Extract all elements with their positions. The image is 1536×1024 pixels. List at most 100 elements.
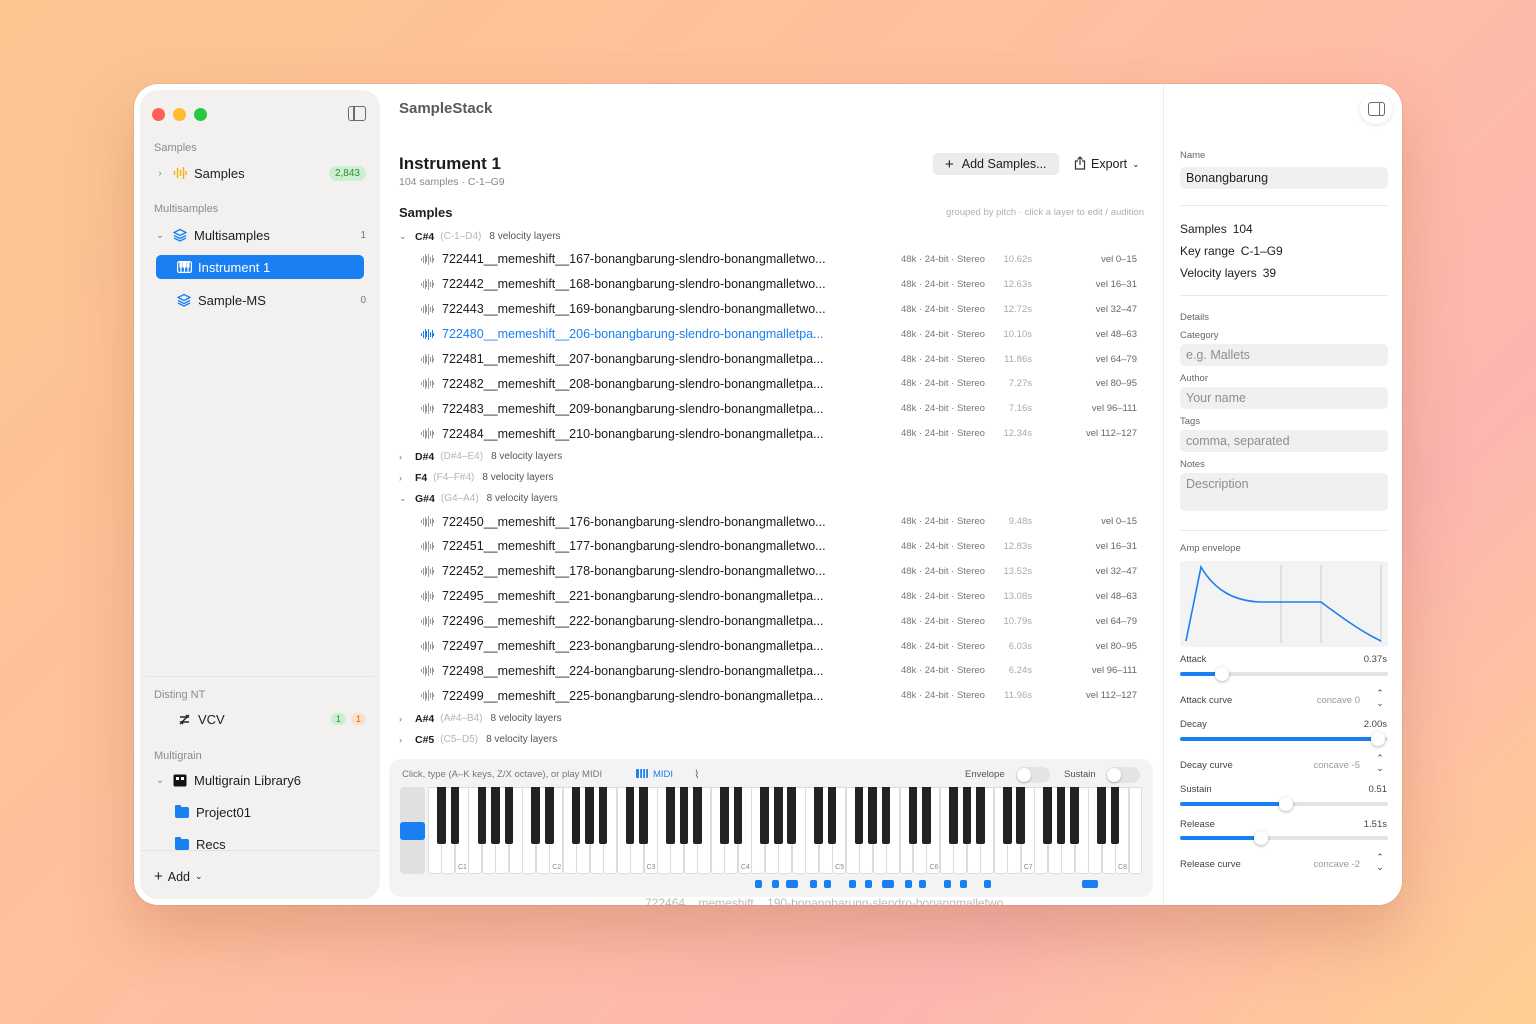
zoom-button[interactable] <box>194 108 207 121</box>
black-key[interactable] <box>437 787 446 844</box>
black-key[interactable] <box>625 787 635 844</box>
release-slider[interactable] <box>1180 831 1388 845</box>
chevron-down-icon[interactable]: ⌄ <box>154 230 166 241</box>
black-key[interactable] <box>531 787 541 844</box>
black-key[interactable] <box>881 787 891 844</box>
black-key[interactable] <box>598 787 608 844</box>
group-header[interactable]: › D#4 (D#4–E4) 8 velocity layers <box>399 446 1147 467</box>
black-key[interactable] <box>679 787 689 844</box>
black-key[interactable] <box>1043 787 1052 844</box>
sidebar-item-samples[interactable]: › Samples 2,843 <box>154 161 366 185</box>
chevron-right-icon[interactable]: › <box>399 452 411 462</box>
mod-wheel-knob[interactable] <box>400 821 425 840</box>
black-key[interactable] <box>477 787 487 844</box>
chevron-right-icon[interactable]: › <box>399 735 411 745</box>
black-key[interactable] <box>639 787 648 844</box>
sample-row[interactable]: 722499__memeshift__225-bonangbarung-slen… <box>399 683 1147 708</box>
black-key[interactable] <box>693 787 702 844</box>
black-key[interactable] <box>868 787 877 844</box>
mod-wheel[interactable] <box>400 787 425 874</box>
add-samples-button[interactable]: + Add Samples... <box>933 153 1059 175</box>
black-key[interactable] <box>760 787 770 844</box>
sample-row[interactable]: 722443__memeshift__169-bonangbarung-slen… <box>399 297 1147 322</box>
black-key[interactable] <box>854 787 864 844</box>
sample-row[interactable]: 722442__memeshift__168-bonangbarung-slen… <box>399 272 1147 297</box>
black-key[interactable] <box>720 787 729 844</box>
sidebar-item-project01[interactable]: Project01 <box>154 800 366 824</box>
black-key[interactable] <box>814 787 823 844</box>
black-key[interactable] <box>1110 787 1120 844</box>
export-button[interactable]: Export ⌄ <box>1074 153 1140 175</box>
black-key[interactable] <box>787 787 797 844</box>
attack-slider[interactable] <box>1180 667 1388 681</box>
group-header[interactable]: › F4 (F4–F#4) 8 velocity layers <box>399 467 1147 488</box>
sample-row[interactable]: 722450__memeshift__176-bonangbarung-slen… <box>399 509 1147 534</box>
release-curve-stepper[interactable]: ⌃ ⌄ <box>1374 852 1386 874</box>
envelope-toggle[interactable] <box>1016 767 1050 783</box>
tags-field[interactable]: comma, separated <box>1180 430 1388 452</box>
sample-row[interactable]: 722484__memeshift__210-bonangbarung-slen… <box>399 421 1147 446</box>
group-header[interactable]: › A#4 (A#4–B4) 8 velocity layers <box>399 708 1147 729</box>
black-key[interactable] <box>1056 787 1066 844</box>
black-key[interactable] <box>450 787 460 844</box>
close-button[interactable] <box>152 108 165 121</box>
black-key[interactable] <box>773 787 783 844</box>
sidebar-item-multigrain-library[interactable]: ⌄ Multigrain Library6 <box>154 768 366 792</box>
piano-keyboard[interactable]: C1 C2 C3 C4 C5 C6 C7 C8 <box>428 787 1143 874</box>
black-key[interactable] <box>666 787 675 844</box>
inspector-toggle-icon[interactable] <box>1360 94 1392 124</box>
chevron-right-icon[interactable]: › <box>399 473 411 483</box>
chevron-right-icon[interactable]: › <box>154 168 166 179</box>
black-key[interactable] <box>585 787 594 844</box>
chevron-right-icon[interactable]: › <box>399 714 411 724</box>
black-key[interactable] <box>733 787 743 844</box>
decay-curve-stepper[interactable]: ⌃ ⌄ <box>1374 753 1386 775</box>
chevron-down-icon[interactable]: ⌄ <box>154 775 166 786</box>
notes-field[interactable]: Description <box>1180 473 1388 511</box>
chevron-down-icon[interactable]: ⌄ <box>399 493 411 504</box>
sample-row[interactable]: 722482__memeshift__208-bonangbarung-slen… <box>399 371 1147 396</box>
black-key[interactable] <box>949 787 958 844</box>
sidebar-item-multisamples[interactable]: ⌄ Multisamples 1 <box>154 223 366 247</box>
sample-row[interactable]: 722480__memeshift__206-bonangbarung-slen… <box>399 322 1147 347</box>
black-key[interactable] <box>544 787 554 844</box>
chevron-down-icon[interactable]: ⌄ <box>399 231 411 242</box>
sidebar-item-instrument-1[interactable]: Instrument 1 <box>156 255 364 279</box>
black-key[interactable] <box>1097 787 1106 844</box>
sidebar-item-vcv[interactable]: VCV 1 1 <box>154 707 366 731</box>
black-key[interactable] <box>1002 787 1012 844</box>
add-button[interactable]: + Add ⌄ <box>154 868 203 885</box>
sample-row[interactable]: 722483__memeshift__209-bonangbarung-slen… <box>399 396 1147 421</box>
black-key[interactable] <box>908 787 918 844</box>
release-slider-thumb[interactable] <box>1254 831 1269 845</box>
decay-slider-thumb[interactable] <box>1370 732 1385 746</box>
black-key[interactable] <box>1016 787 1026 844</box>
sample-row[interactable]: 722451__memeshift__177-bonangbarung-slen… <box>399 534 1147 559</box>
sample-row[interactable]: 722498__memeshift__224-bonangbarung-slen… <box>399 658 1147 683</box>
waveform-icon[interactable]: ⌇ <box>694 768 699 781</box>
envelope-graph[interactable] <box>1180 561 1388 647</box>
decay-slider[interactable] <box>1180 732 1388 746</box>
attack-slider-thumb[interactable] <box>1214 667 1229 681</box>
sample-row[interactable]: 722496__memeshift__222-bonangbarung-slen… <box>399 609 1147 634</box>
sustain-slider[interactable] <box>1180 797 1388 811</box>
attack-curve-stepper[interactable]: ⌃ ⌄ <box>1374 688 1386 710</box>
sidebar-item-sample-ms[interactable]: Sample-MS 0 <box>154 288 366 312</box>
sample-row[interactable]: 722497__memeshift__223-bonangbarung-slen… <box>399 634 1147 659</box>
black-key[interactable] <box>827 787 837 844</box>
black-key[interactable] <box>976 787 985 844</box>
black-key[interactable] <box>504 787 514 844</box>
black-key[interactable] <box>962 787 972 844</box>
sustain-slider-thumb[interactable] <box>1279 797 1294 811</box>
sustain-toggle[interactable] <box>1106 767 1140 783</box>
midi-indicator[interactable]: MIDI ⌇ <box>636 768 699 781</box>
author-field[interactable]: Your name <box>1180 387 1388 409</box>
black-key[interactable] <box>922 787 931 844</box>
sidebar-item-recs[interactable]: Recs <box>154 832 366 856</box>
black-key[interactable] <box>1070 787 1079 844</box>
black-key[interactable] <box>571 787 581 844</box>
sample-row[interactable]: 722452__memeshift__178-bonangbarung-slen… <box>399 559 1147 584</box>
sample-row[interactable]: 722441__memeshift__167-bonangbarung-slen… <box>399 247 1147 272</box>
sample-row[interactable]: 722495__memeshift__221-bonangbarung-slen… <box>399 584 1147 609</box>
sidebar-toggle-icon[interactable] <box>348 106 366 121</box>
